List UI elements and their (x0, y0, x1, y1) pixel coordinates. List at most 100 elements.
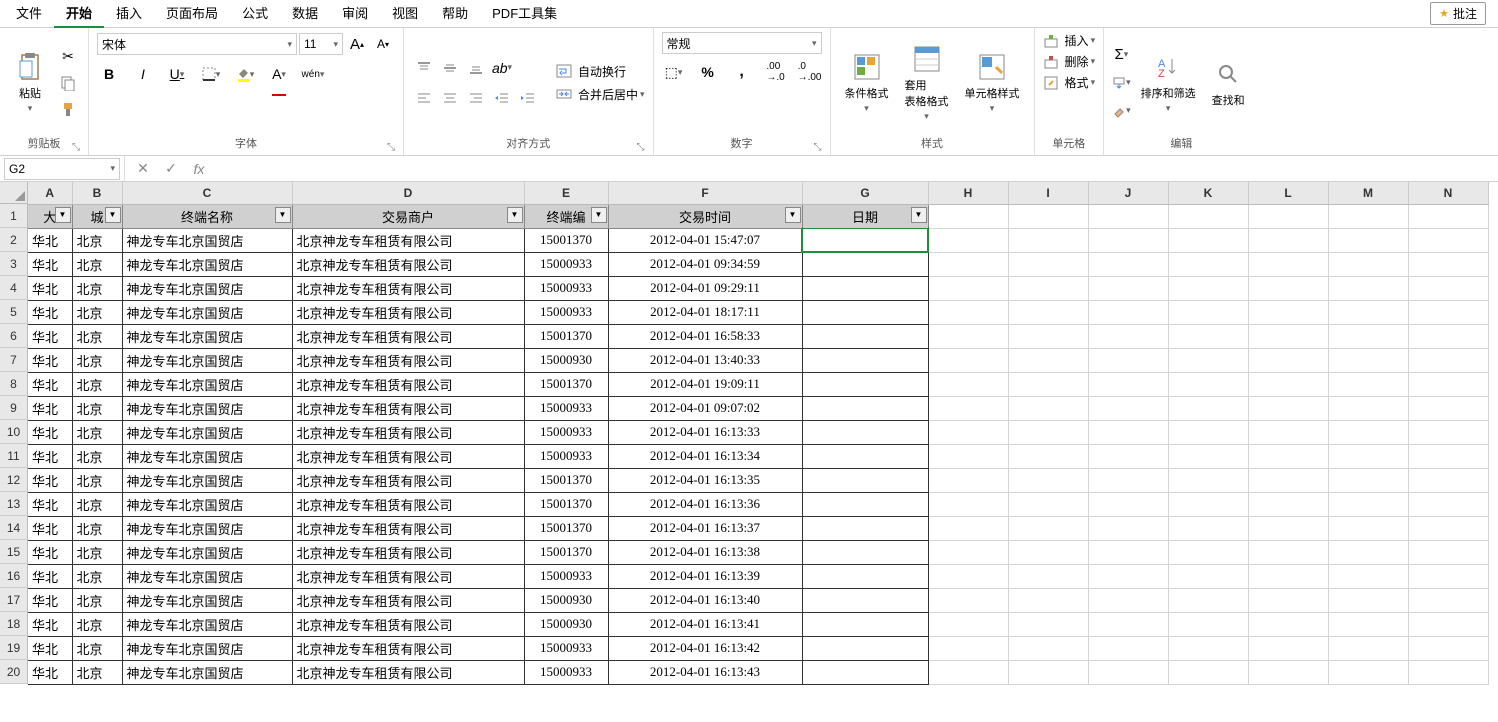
cell-B11[interactable]: 北京 (72, 444, 122, 468)
cell-M11[interactable] (1328, 444, 1408, 468)
cell-E13[interactable]: 15001370 (524, 492, 608, 516)
row-header-19[interactable]: 19 (0, 636, 28, 660)
format-cells-button[interactable]: 格式 ▾ (1043, 74, 1096, 91)
cell-A7[interactable]: 华北 (28, 348, 72, 372)
cell-C16[interactable]: 神龙专车北京国贸店 (122, 564, 292, 588)
cell-D16[interactable]: 北京神龙专车租赁有限公司 (292, 564, 524, 588)
copy-button[interactable] (56, 71, 80, 95)
cell-N5[interactable] (1408, 300, 1488, 324)
phonetic-button[interactable]: wén ▾ (301, 62, 325, 86)
cell-D12[interactable]: 北京神龙专车租赁有限公司 (292, 468, 524, 492)
cell-I3[interactable] (1008, 252, 1088, 276)
cell-C15[interactable]: 神龙专车北京国贸店 (122, 540, 292, 564)
cell-I6[interactable] (1008, 324, 1088, 348)
cell-D17[interactable]: 北京神龙专车租赁有限公司 (292, 588, 524, 612)
cell-E5[interactable]: 15000933 (524, 300, 608, 324)
cell-N11[interactable] (1408, 444, 1488, 468)
cell-D6[interactable]: 北京神龙专车租赁有限公司 (292, 324, 524, 348)
cell-M20[interactable] (1328, 660, 1408, 684)
font-size-select[interactable]: 11▾ (299, 33, 343, 55)
cell-J3[interactable] (1088, 252, 1168, 276)
cell-D11[interactable]: 北京神龙专车租赁有限公司 (292, 444, 524, 468)
cell-D20[interactable]: 北京神龙专车租赁有限公司 (292, 660, 524, 684)
fill-button[interactable]: ▾ (1112, 71, 1131, 95)
cell-K11[interactable] (1168, 444, 1248, 468)
cell-E18[interactable]: 15000930 (524, 612, 608, 636)
cell-J5[interactable] (1088, 300, 1168, 324)
cell-G5[interactable] (802, 300, 928, 324)
cell-L17[interactable] (1248, 588, 1328, 612)
cell-C13[interactable]: 神龙专车北京国贸店 (122, 492, 292, 516)
filter-button-B[interactable]: ▼ (105, 207, 121, 223)
cell-D10[interactable]: 北京神龙专车租赁有限公司 (292, 420, 524, 444)
cell-E10[interactable]: 15000933 (524, 420, 608, 444)
fill-color-button[interactable]: ▾ (233, 62, 257, 86)
cell-K13[interactable] (1168, 492, 1248, 516)
cell-J18[interactable] (1088, 612, 1168, 636)
row-header-4[interactable]: 4 (0, 276, 28, 300)
delete-cells-button[interactable]: 删除 ▾ (1043, 53, 1096, 70)
cell-M18[interactable] (1328, 612, 1408, 636)
cell-J4[interactable] (1088, 276, 1168, 300)
row-header-18[interactable]: 18 (0, 612, 28, 636)
cell-A16[interactable]: 华北 (28, 564, 72, 588)
cell-N10[interactable] (1408, 420, 1488, 444)
row-header-14[interactable]: 14 (0, 516, 28, 540)
cell-H10[interactable] (928, 420, 1008, 444)
wrap-text-button[interactable]: 自动换行 (556, 63, 645, 80)
align-bottom-button[interactable] (464, 56, 488, 80)
cell-N4[interactable] (1408, 276, 1488, 300)
cell-L14[interactable] (1248, 516, 1328, 540)
align-center-button[interactable] (438, 86, 462, 110)
cell-E7[interactable]: 15000930 (524, 348, 608, 372)
cell-K4[interactable] (1168, 276, 1248, 300)
cell-K17[interactable] (1168, 588, 1248, 612)
cell-A15[interactable]: 华北 (28, 540, 72, 564)
cell-G15[interactable] (802, 540, 928, 564)
cell-B6[interactable]: 北京 (72, 324, 122, 348)
filter-button-A[interactable]: ▼ (55, 207, 71, 223)
cell-I12[interactable] (1008, 468, 1088, 492)
cell-F9[interactable]: 2012-04-01 09:07:02 (608, 396, 802, 420)
cell-B4[interactable]: 北京 (72, 276, 122, 300)
spreadsheet-grid[interactable]: 1234567891011121314151617181920 ABCDEFGH… (0, 182, 1498, 722)
column-header-J[interactable]: J (1088, 182, 1168, 204)
select-all-corner[interactable] (0, 182, 28, 204)
cell-K16[interactable] (1168, 564, 1248, 588)
cell-N12[interactable] (1408, 468, 1488, 492)
cell-H9[interactable] (928, 396, 1008, 420)
cell-K1[interactable] (1168, 204, 1248, 228)
cell-M17[interactable] (1328, 588, 1408, 612)
cell-C17[interactable]: 神龙专车北京国贸店 (122, 588, 292, 612)
cell-A6[interactable]: 华北 (28, 324, 72, 348)
cell-D7[interactable]: 北京神龙专车租赁有限公司 (292, 348, 524, 372)
cut-button[interactable]: ✂ (56, 45, 80, 69)
cell-E6[interactable]: 15001370 (524, 324, 608, 348)
cell-A13[interactable]: 华北 (28, 492, 72, 516)
align-left-button[interactable] (412, 86, 436, 110)
cell-M13[interactable] (1328, 492, 1408, 516)
column-header-A[interactable]: A (28, 182, 72, 204)
cell-M15[interactable] (1328, 540, 1408, 564)
align-middle-button[interactable] (438, 56, 462, 80)
cell-N6[interactable] (1408, 324, 1488, 348)
fx-button[interactable]: fx (189, 161, 209, 177)
menu-item-6[interactable]: 审阅 (330, 0, 380, 28)
cell-L15[interactable] (1248, 540, 1328, 564)
cell-E1[interactable]: 终端编▼ (524, 204, 608, 228)
cell-I16[interactable] (1008, 564, 1088, 588)
cell-D13[interactable]: 北京神龙专车租赁有限公司 (292, 492, 524, 516)
cell-G3[interactable] (802, 252, 928, 276)
cell-B7[interactable]: 北京 (72, 348, 122, 372)
cell-J16[interactable] (1088, 564, 1168, 588)
orientation-button[interactable]: ab ▾ (490, 56, 514, 80)
cell-J12[interactable] (1088, 468, 1168, 492)
cell-C4[interactable]: 神龙专车北京国贸店 (122, 276, 292, 300)
cell-N17[interactable] (1408, 588, 1488, 612)
row-header-15[interactable]: 15 (0, 540, 28, 564)
sort-filter-button[interactable]: AZ排序和筛选▾ (1135, 49, 1202, 116)
row-header-16[interactable]: 16 (0, 564, 28, 588)
cell-L11[interactable] (1248, 444, 1328, 468)
cell-B1[interactable]: 城▼ (72, 204, 122, 228)
cell-B16[interactable]: 北京 (72, 564, 122, 588)
